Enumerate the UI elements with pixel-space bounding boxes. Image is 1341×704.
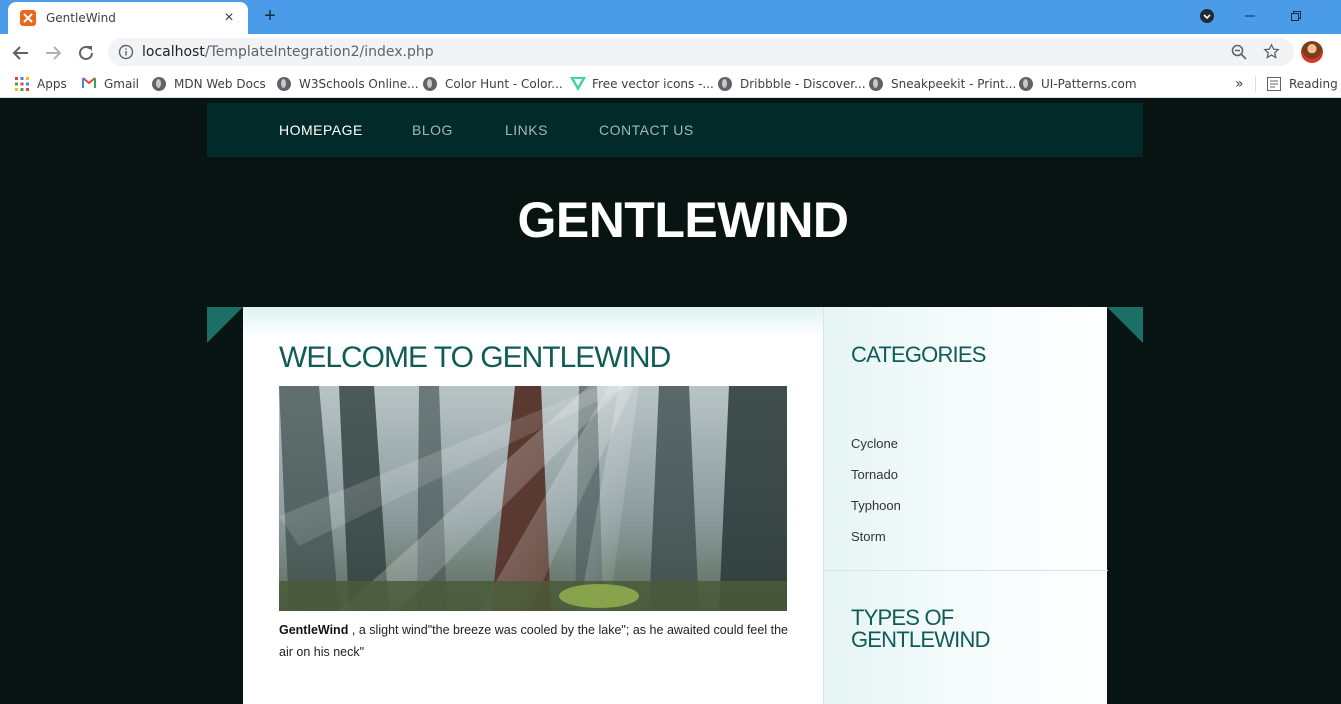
bookmark-w3schools[interactable]: W3Schools Online... bbox=[277, 75, 419, 93]
bookmark-label: Apps bbox=[37, 77, 67, 91]
bookmark-label: Sneakpeekit - Print... bbox=[891, 77, 1017, 91]
url-text: localhost/TemplateIntegration2/index.php bbox=[142, 44, 434, 60]
bookmark-label: Free vector icons -... bbox=[592, 77, 714, 91]
bookmark-apps[interactable]: Apps bbox=[15, 75, 67, 93]
bookmark-separator bbox=[1255, 76, 1256, 92]
globe-icon bbox=[718, 77, 732, 91]
profile-avatar[interactable] bbox=[1301, 41, 1323, 63]
bookmark-label: W3Schools Online... bbox=[299, 77, 419, 91]
main-content: WELCOME TO GENTLEWIND GentleWind , a sli… bbox=[243, 307, 823, 704]
globe-icon bbox=[1019, 77, 1033, 91]
browser-toolbar: localhost/TemplateIntegration2/index.php bbox=[0, 34, 1341, 70]
bookmark-label: Gmail bbox=[104, 77, 140, 91]
types-heading-line: TYPES OF bbox=[851, 605, 954, 630]
sidebar: CATEGORIES Cyclone Tornado Typhoon Storm… bbox=[823, 307, 1108, 704]
bookmark-star-icon[interactable] bbox=[1263, 43, 1280, 65]
bookmark-label: Dribbble - Discover... bbox=[740, 77, 866, 91]
more-bookmarks-button[interactable]: » bbox=[1235, 75, 1244, 93]
categories-heading: CATEGORIES bbox=[851, 342, 986, 367]
site-info-icon[interactable] bbox=[118, 44, 134, 65]
bookmark-label: UI-Patterns.com bbox=[1041, 77, 1137, 91]
sidebar-divider bbox=[824, 570, 1108, 571]
bookmark-sneakpeekit[interactable]: Sneakpeekit - Print... bbox=[869, 75, 1016, 93]
new-tab-button[interactable]: + bbox=[259, 5, 281, 27]
browser-tab[interactable]: GentleWind × bbox=[8, 2, 248, 34]
category-link[interactable]: Typhoon bbox=[851, 498, 901, 513]
back-arrow-icon[interactable] bbox=[10, 42, 32, 64]
browser-tab-strip: GentleWind × + bbox=[0, 0, 1341, 34]
restore-icon[interactable] bbox=[1282, 4, 1310, 28]
ribbon-fold-right bbox=[1107, 307, 1143, 343]
bookmarks-bar: Apps Gmail MDN Web Docs W3Schools Online… bbox=[0, 70, 1341, 98]
bookmark-free-vector-icons[interactable]: Free vector icons -... bbox=[570, 75, 714, 93]
welcome-heading: WELCOME TO GENTLEWIND bbox=[279, 341, 671, 374]
bookmark-mdn[interactable]: MDN Web Docs bbox=[152, 75, 266, 93]
bookmark-dribbble[interactable]: Dribbble - Discover... bbox=[718, 75, 866, 93]
forest-hero-image bbox=[279, 386, 787, 611]
forward-arrow-icon[interactable] bbox=[42, 42, 64, 64]
apps-grid-icon bbox=[15, 77, 29, 91]
bookmark-color-hunt[interactable]: Color Hunt - Color... bbox=[423, 75, 563, 93]
site-navigation: HOMEPAGE BLOG LINKS CONTACT US bbox=[207, 103, 1143, 157]
web-page: HOMEPAGE BLOG LINKS CONTACT US GENTLEWIN… bbox=[0, 98, 1341, 704]
reload-icon[interactable] bbox=[75, 42, 97, 64]
nav-contact-us[interactable]: CONTACT US bbox=[599, 103, 694, 157]
globe-icon bbox=[277, 77, 291, 91]
vector-icon bbox=[570, 77, 586, 91]
category-link[interactable]: Storm bbox=[851, 529, 886, 544]
tab-search-icon[interactable] bbox=[1193, 4, 1221, 28]
bookmark-ui-patterns[interactable]: UI-Patterns.com bbox=[1019, 75, 1137, 93]
nav-homepage[interactable]: HOMEPAGE bbox=[279, 103, 363, 157]
xampp-favicon-icon bbox=[20, 10, 36, 26]
tab-title: GentleWind bbox=[46, 11, 116, 25]
bookmark-label: Color Hunt - Color... bbox=[445, 77, 563, 91]
reading-list-icon bbox=[1267, 77, 1281, 91]
ribbon-fold-left bbox=[207, 307, 243, 343]
gmail-icon bbox=[82, 77, 96, 91]
category-link[interactable]: Cyclone bbox=[851, 436, 898, 451]
caption-bold: GentleWind bbox=[279, 623, 349, 637]
types-heading-line: GENTLEWIND bbox=[851, 627, 990, 652]
caption-text: , a slight wind"the breeze was cooled by… bbox=[279, 623, 788, 659]
minimize-icon[interactable] bbox=[1236, 4, 1264, 28]
reading-list-label: Reading li bbox=[1289, 77, 1341, 91]
globe-icon bbox=[869, 77, 883, 91]
types-heading: TYPES OF GENTLEWIND bbox=[851, 607, 990, 651]
category-link[interactable]: Tornado bbox=[851, 467, 898, 482]
bookmark-label: MDN Web Docs bbox=[174, 77, 266, 91]
zoom-icon[interactable] bbox=[1231, 44, 1247, 65]
nav-blog[interactable]: BLOG bbox=[412, 103, 453, 157]
nav-links[interactable]: LINKS bbox=[505, 103, 548, 157]
reading-list-button[interactable]: Reading li bbox=[1267, 75, 1341, 93]
intro-caption: GentleWind , a slight wind"the breeze wa… bbox=[279, 619, 788, 663]
address-bar[interactable]: localhost/TemplateIntegration2/index.php bbox=[108, 38, 1294, 66]
site-title: GENTLEWIND bbox=[517, 192, 849, 248]
tab-close-icon[interactable]: × bbox=[220, 9, 238, 27]
bookmark-gmail[interactable]: Gmail bbox=[82, 75, 139, 93]
globe-icon bbox=[423, 77, 437, 91]
globe-icon bbox=[152, 77, 166, 91]
